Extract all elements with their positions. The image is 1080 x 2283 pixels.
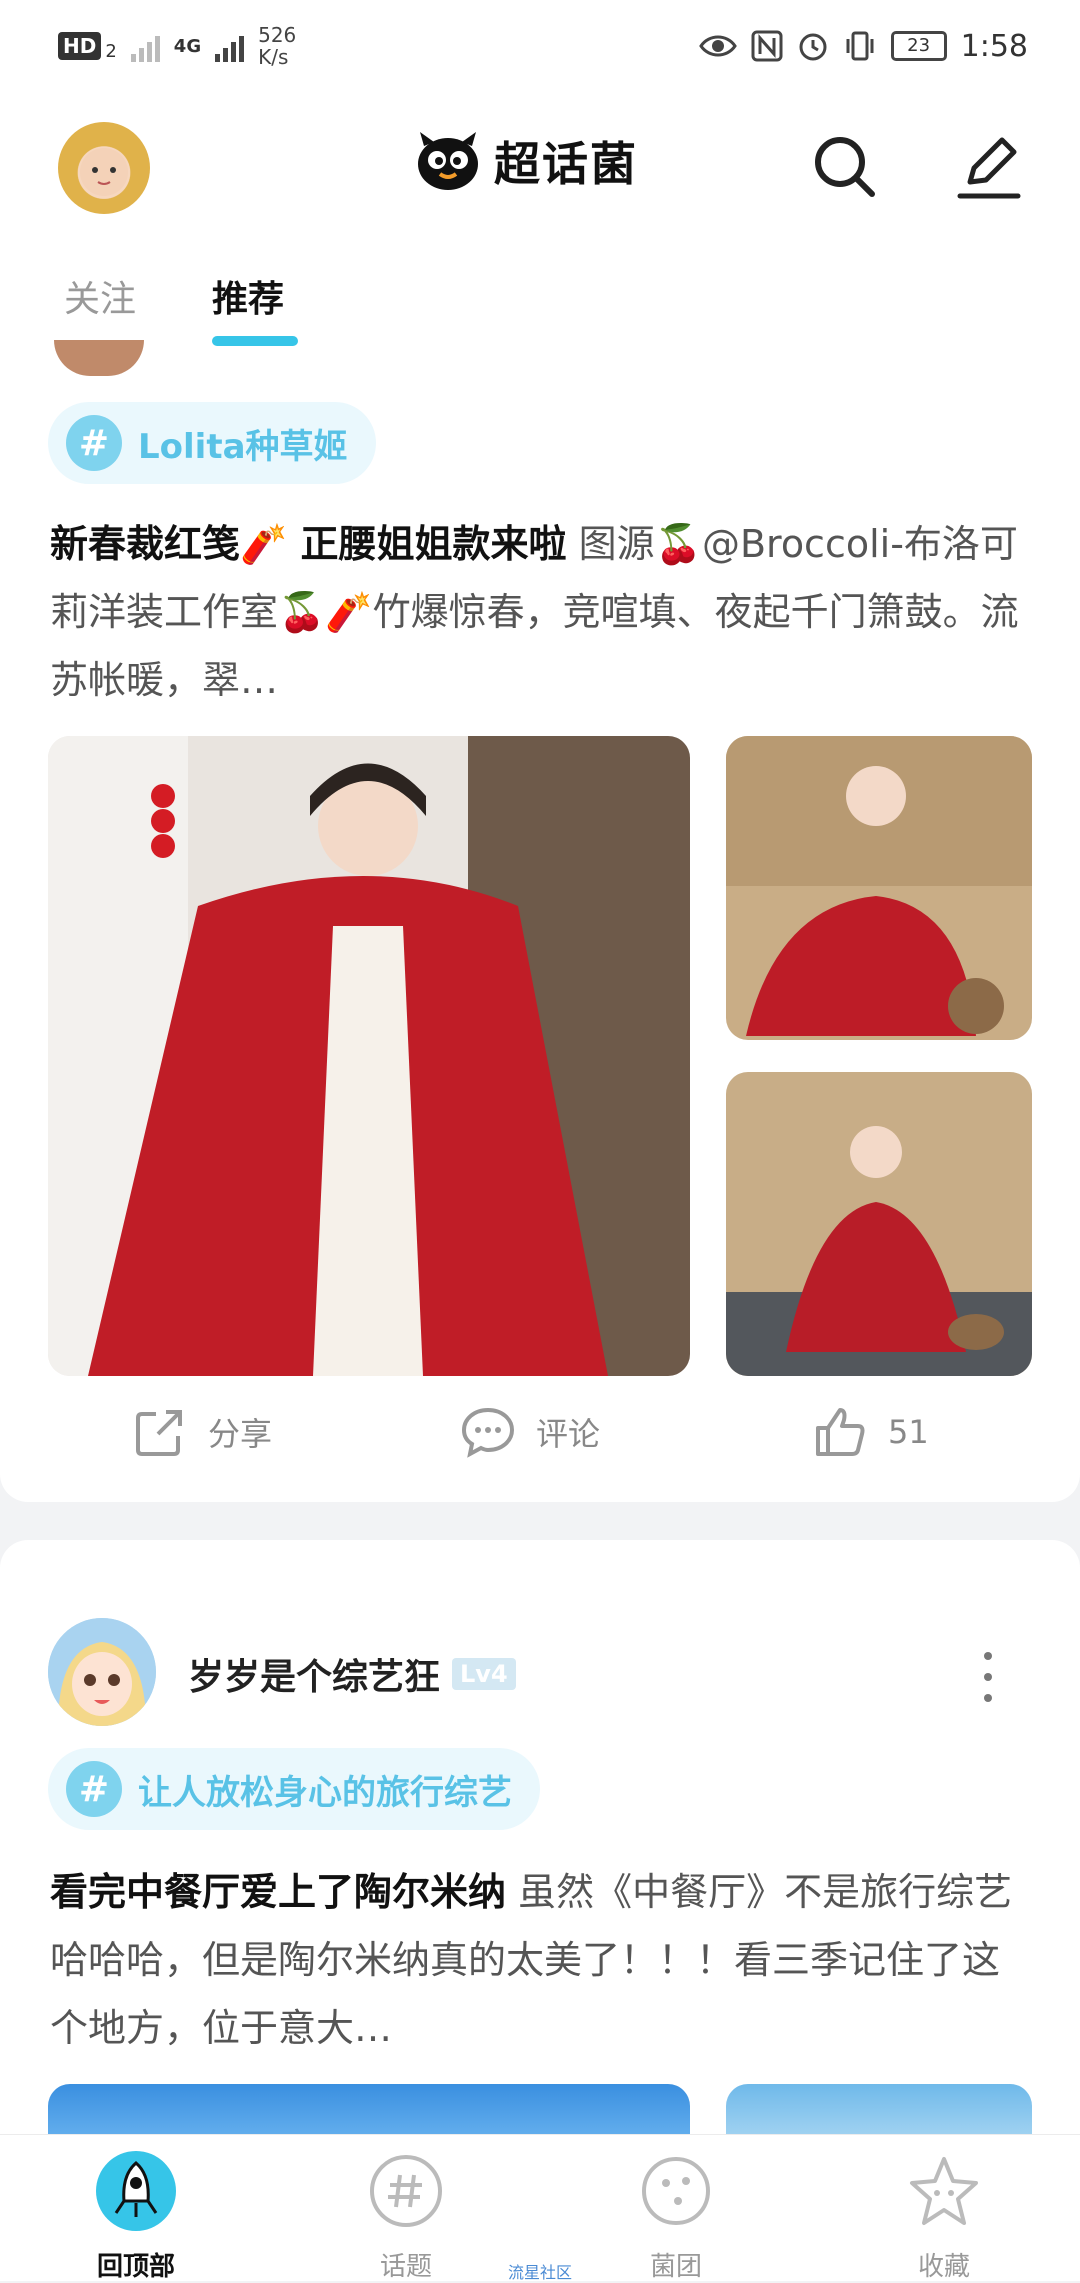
clock: 1:58 [960,28,1028,64]
post-title: 新春裁红笺🧨 正腰姐姐款来啦 [50,522,567,566]
topic-chip[interactable]: # 让人放松身心的旅行综艺 [48,1748,540,1830]
level-badge: Lv4 [452,1658,516,1690]
hash-icon: # [66,1761,122,1817]
post-actions: 分享 评论 51 [0,1390,1080,1480]
post-image[interactable] [726,1072,1032,1376]
more-options-button[interactable] [976,1652,1000,1702]
nav-back-to-top[interactable]: 回顶部 [56,2151,216,2283]
tab-recommend[interactable]: 推荐 [212,270,284,322]
user-avatar[interactable] [58,122,150,214]
vibrate-icon [846,31,874,61]
hashtag-icon [370,2155,442,2227]
search-icon [815,137,875,197]
logo-text: 超话菌 [494,137,638,191]
eye-icon [698,35,737,57]
network-type: 4G [173,35,202,57]
alarm-icon [799,33,827,61]
post-title: 看完中餐厅爱上了陶尔米纳 [50,1870,507,1914]
topic-chip[interactable]: # Lolita种草姬 [48,402,376,484]
share-button[interactable]: 分享 [132,1404,272,1460]
rocket-icon [96,2151,176,2231]
author-avatar[interactable] [48,1618,156,1726]
hash-icon: # [66,415,122,471]
author-avatar[interactable] [54,340,144,376]
cookie-icon [641,2156,711,2226]
nfc-icon [751,30,783,62]
signal-2-icon [215,30,245,62]
hd-badge: HD [58,32,102,60]
post-content[interactable]: 新春裁红笺🧨 正腰姐姐款来啦 图源🍒@Broccoli-布洛可莉洋装工作室🍒🧨竹… [50,510,1030,714]
topic-label: 让人放松身心的旅行综艺 [138,1772,512,1813]
comment-button[interactable]: 评论 [460,1404,600,1460]
share-icon [136,1410,182,1456]
nav-groups[interactable]: 菌团 [596,2151,756,2283]
post-card[interactable]: 岁岁是个综艺狂 Lv4 # 让人放松身心的旅行综艺 看完中餐厅爱上了陶尔米纳 虽… [0,1540,1080,2144]
like-count: 51 [888,1413,929,1451]
topic-label: Lolita种草姬 [138,426,348,467]
network-speed: 526 K/s [258,23,297,69]
tab-follow[interactable]: 关注 [64,270,136,322]
pencil-icon [957,137,1021,199]
post-content[interactable]: 看完中餐厅爱上了陶尔米纳 虽然《中餐厅》不是旅行综艺哈哈哈，但是陶尔米纳真的太美… [50,1858,1030,2062]
star-icon [910,2157,978,2225]
bottom-caption: 流星社区 [508,2263,573,2282]
nav-topics[interactable]: 话题 [326,2151,486,2283]
battery-indicator: 23 [890,31,947,61]
compose-button[interactable] [952,130,1024,202]
app-logo: 超话菌 [412,128,638,194]
mascot-logo-icon [418,132,478,190]
search-button[interactable] [808,130,880,202]
feed-tabs: 关注 推荐 [0,240,1080,353]
active-tab-indicator [212,336,298,346]
app-header: 超话菌 [0,92,1080,241]
author-info[interactable]: 岁岁是个综艺狂 Lv4 [188,1648,516,1700]
like-button[interactable]: 51 [812,1404,929,1460]
author-name: 岁岁是个综艺狂 [188,1657,441,1698]
signal-1-icon [130,30,160,62]
status-bar: HD 2 4G 526 K/s 23 1:58 [0,0,1080,92]
thumbs-up-icon [816,1408,865,1456]
nav-favorites[interactable]: 收藏 [864,2151,1024,2283]
bottom-navigation: 回顶部 话题 菌团 收藏 流星社区 [0,2134,1080,2283]
post-image[interactable] [48,736,690,1376]
post-card[interactable]: # Lolita种草姬 新春裁红笺🧨 正腰姐姐款来啦 图源🍒@Broccoli-… [0,340,1080,1502]
comment-icon [461,1407,515,1458]
sim-number: 2 [105,40,117,62]
post-image[interactable] [726,736,1032,1040]
